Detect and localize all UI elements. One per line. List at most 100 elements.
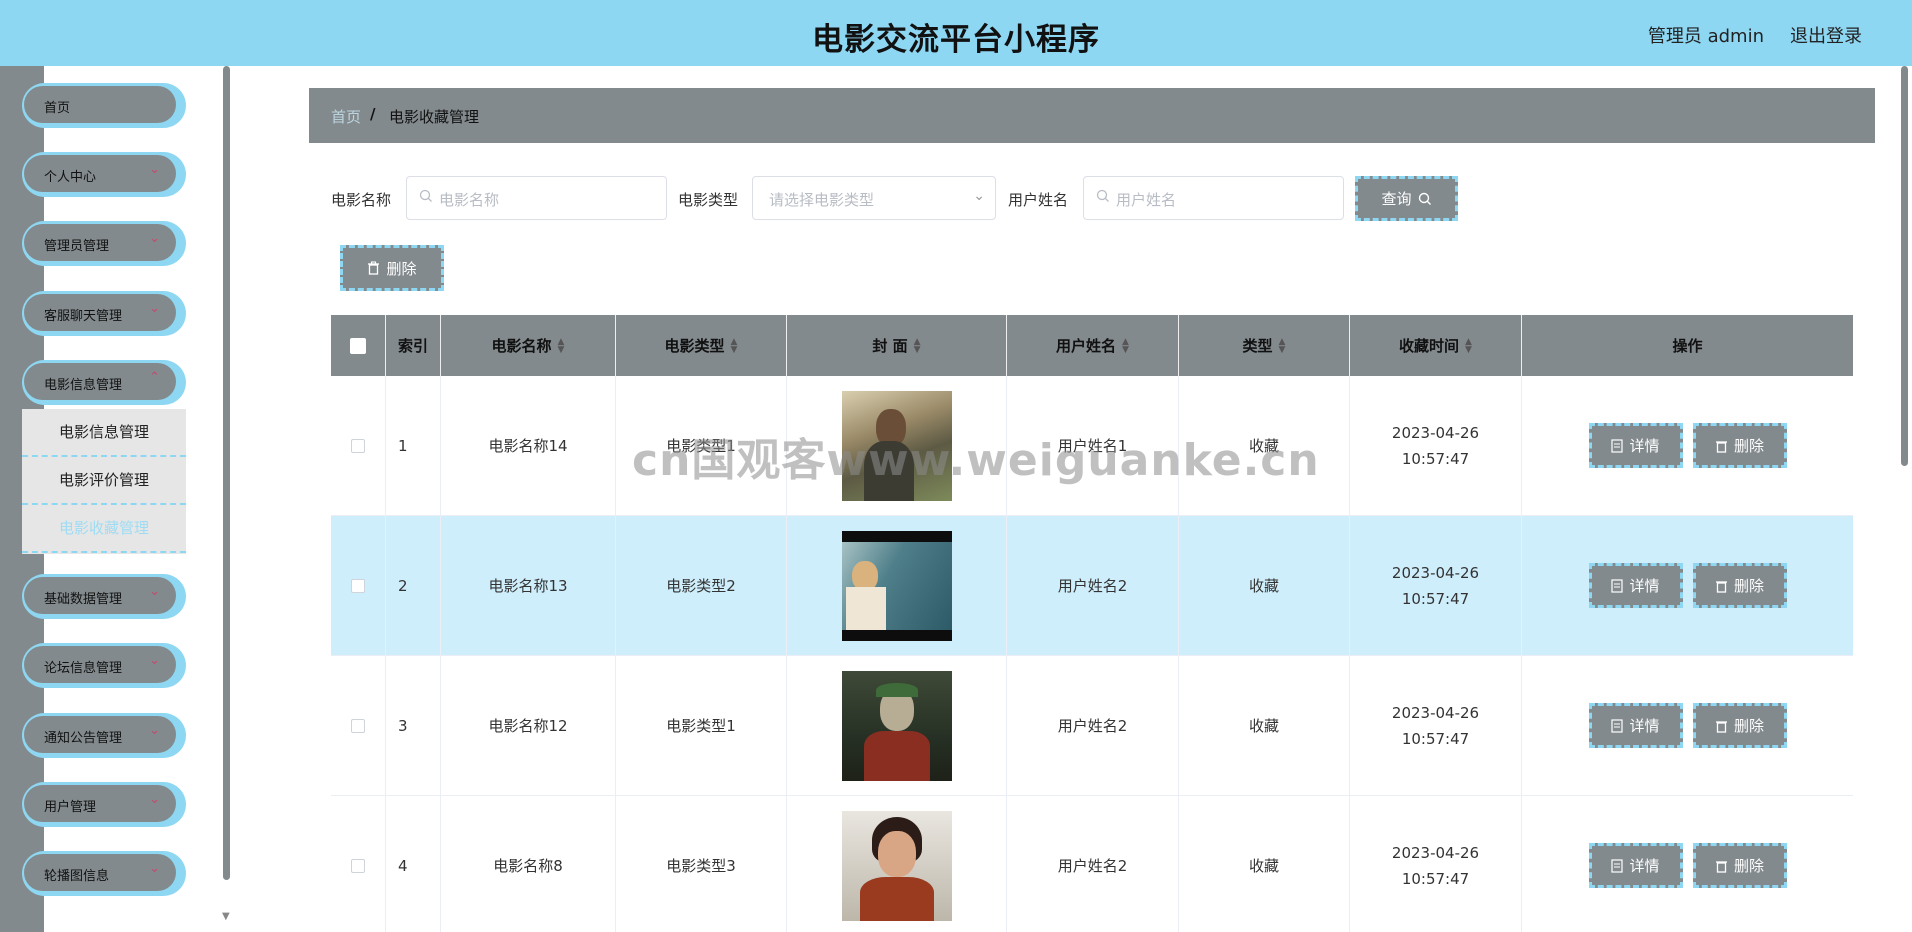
sort-icon[interactable]: ▲ ▼ — [1465, 337, 1472, 354]
detail-label: 详情 — [1629, 437, 1660, 455]
chevron-up-icon: ⌃ — [149, 370, 160, 385]
document-icon — [1611, 858, 1624, 873]
detail-button[interactable]: 详情 — [1588, 423, 1683, 468]
header-movie-type[interactable]: 电影类型 ▲ ▼ — [616, 315, 787, 376]
sidebar-item-label: 用户管理 — [44, 800, 97, 815]
cell-user-name: 用户姓名2 — [1007, 796, 1179, 932]
cell-actions: 详情 删除 — [1522, 796, 1853, 932]
detail-button[interactable]: 详情 — [1588, 703, 1683, 748]
row-checkbox[interactable] — [351, 438, 365, 453]
batch-delete-label: 删除 — [386, 259, 417, 278]
header-kind[interactable]: 类型 ▲ ▼ — [1179, 315, 1350, 376]
sidebar-item-label: 论坛信息管理 — [44, 661, 123, 676]
row-delete-button[interactable]: 删除 — [1692, 703, 1787, 748]
logout-link[interactable]: 退出登录 — [1790, 22, 1862, 48]
user-name-label: 用户姓名 — [1008, 191, 1069, 209]
cell-actions: 详情 删除 — [1522, 376, 1853, 515]
row-delete-button[interactable]: 删除 — [1692, 563, 1787, 608]
cell-movie-type: 电影类型2 — [616, 516, 787, 655]
sidebar-item-home[interactable]: 首页 — [22, 83, 186, 128]
main-scrollbar-thumb[interactable] — [1901, 66, 1908, 466]
chevron-down-icon: ⌄ — [149, 162, 160, 177]
sidebar-item-carousel[interactable]: 轮播图信息 ⌄ — [22, 851, 186, 896]
sort-icon[interactable]: ▲ ▼ — [1122, 337, 1129, 354]
sidebar-item-label: 首页 — [44, 101, 71, 116]
submenu-movie-info: 电影信息管理 电影评价管理 电影收藏管理 — [22, 409, 186, 554]
query-button-label: 查询 — [1381, 190, 1412, 208]
sidebar-item-label: 通知公告管理 — [44, 731, 123, 746]
movie-name-input[interactable]: 电影名称 — [406, 176, 667, 220]
header-actions: 操作 — [1672, 337, 1703, 355]
sort-icon[interactable]: ▲ ▼ — [558, 337, 565, 354]
movie-type-select[interactable]: 请选择电影类型 ⌄ — [752, 176, 996, 220]
header-cover[interactable]: 封 面 ▲ ▼ — [787, 315, 1007, 376]
header-index: 索引 — [386, 315, 441, 376]
cell-index: 3 — [386, 656, 441, 795]
row-checkbox[interactable] — [351, 858, 365, 873]
sidebar-item-label: 客服聊天管理 — [44, 309, 123, 324]
batch-delete-button[interactable]: 删除 — [340, 245, 444, 291]
table-row: 2 电影名称13 电影类型2 用户姓名2 收藏 2023-04-26 10:57… — [331, 516, 1853, 656]
table-header: 索引 电影名称 ▲ ▼ 电影类型 ▲ ▼ 封 面 ▲ ▼ 用户姓名 ▲ ▼ 类型 ▲ ▼ 收藏时间 ▲… — [331, 315, 1853, 376]
sidebar-item-label: 轮播图信息 — [44, 869, 110, 884]
sidebar-item-chat-management[interactable]: 客服聊天管理 ⌄ — [22, 291, 186, 336]
cell-index: 2 — [386, 516, 441, 655]
detail-label: 详情 — [1629, 857, 1660, 875]
cell-user-name: 用户姓名2 — [1007, 516, 1179, 655]
favorites-table: 索引 电影名称 ▲ ▼ 电影类型 ▲ ▼ 封 面 ▲ ▼ 用户姓名 ▲ ▼ 类型 ▲ ▼ 收藏时间 ▲… — [331, 315, 1853, 932]
header-movie-name[interactable]: 电影名称 ▲ ▼ — [441, 315, 616, 376]
header-user-name[interactable]: 用户姓名 ▲ ▼ — [1007, 315, 1179, 376]
cell-user-name: 用户姓名2 — [1007, 656, 1179, 795]
movie-type-label: 电影类型 — [678, 191, 739, 209]
sidebar-item-movie-info[interactable]: 电影信息管理 ⌃ — [22, 360, 186, 405]
breadcrumb-home[interactable]: 首页 — [331, 106, 361, 127]
sidebar: ▼ 首页 个人中心 ⌄ 管理员管理 ⌄ 客服聊天管理 ⌄ 电影信息管理 ⌃ 电影… — [0, 66, 232, 932]
table-row: 4 电影名称8 电影类型3 用户姓名2 收藏 2023-04-26 10:57:… — [331, 796, 1853, 932]
submenu-item-movie-review[interactable]: 电影评价管理 — [22, 457, 186, 505]
chevron-down-icon: ⌄ — [149, 792, 160, 807]
submenu-item-movie-favorite[interactable]: 电影收藏管理 — [22, 505, 186, 553]
cell-favorite-time: 2023-04-26 10:57:47 — [1391, 843, 1480, 888]
row-delete-button[interactable]: 删除 — [1692, 423, 1787, 468]
sidebar-item-admin-management[interactable]: 管理员管理 ⌄ — [22, 221, 186, 266]
movie-type-placeholder: 请选择电影类型 — [769, 191, 875, 209]
row-checkbox[interactable] — [351, 578, 365, 593]
query-button[interactable]: 查询 — [1355, 176, 1458, 221]
row-checkbox[interactable] — [351, 718, 365, 733]
chevron-down-icon: ⌄ — [149, 231, 160, 246]
breadcrumb: 首页 / 电影收藏管理 — [309, 88, 1875, 143]
header-select-all — [331, 315, 386, 376]
sidebar-item-users[interactable]: 用户管理 ⌄ — [22, 782, 186, 827]
header-favorite-time[interactable]: 收藏时间 ▲ ▼ — [1350, 315, 1522, 376]
scroll-down-arrow-icon[interactable]: ▼ — [222, 911, 230, 922]
sort-icon[interactable]: ▲ ▼ — [914, 337, 921, 354]
row-delete-label: 删除 — [1733, 437, 1764, 455]
sidebar-item-forum[interactable]: 论坛信息管理 ⌄ — [22, 643, 186, 688]
cell-kind: 收藏 — [1179, 656, 1350, 795]
cell-favorite-time: 2023-04-26 10:57:47 — [1391, 423, 1480, 468]
chevron-down-icon: ⌄ — [149, 723, 160, 738]
cell-favorite-time: 2023-04-26 10:57:47 — [1391, 703, 1480, 748]
detail-button[interactable]: 详情 — [1588, 563, 1683, 608]
sidebar-scrollbar-thumb[interactable] — [223, 66, 230, 880]
detail-label: 详情 — [1629, 717, 1660, 735]
trash-icon — [1715, 860, 1727, 873]
search-icon — [419, 189, 432, 202]
detail-button[interactable]: 详情 — [1588, 843, 1683, 888]
sidebar-item-personal-center[interactable]: 个人中心 ⌄ — [22, 152, 186, 197]
chevron-down-icon: ⌄ — [149, 653, 160, 668]
sort-icon[interactable]: ▲ ▼ — [1279, 337, 1286, 354]
sidebar-item-base-data[interactable]: 基础数据管理 ⌄ — [22, 574, 186, 619]
current-user-label: 管理员 admin — [1647, 26, 1764, 47]
document-icon — [1611, 578, 1624, 593]
watermark-text: cn国观客www.weiguanke.cn — [632, 435, 1320, 486]
sort-icon[interactable]: ▲ ▼ — [731, 337, 738, 354]
row-delete-button[interactable]: 删除 — [1692, 843, 1787, 888]
cell-movie-type: 电影类型3 — [616, 796, 787, 932]
sidebar-item-label: 电影信息管理 — [44, 378, 123, 393]
sidebar-item-notice[interactable]: 通知公告管理 ⌄ — [22, 713, 186, 758]
select-all-checkbox[interactable] — [350, 337, 366, 354]
user-name-input[interactable]: 用户姓名 — [1083, 176, 1344, 220]
submenu-item-movie-info[interactable]: 电影信息管理 — [22, 409, 186, 457]
cell-movie-name: 电影名称12 — [441, 656, 616, 795]
